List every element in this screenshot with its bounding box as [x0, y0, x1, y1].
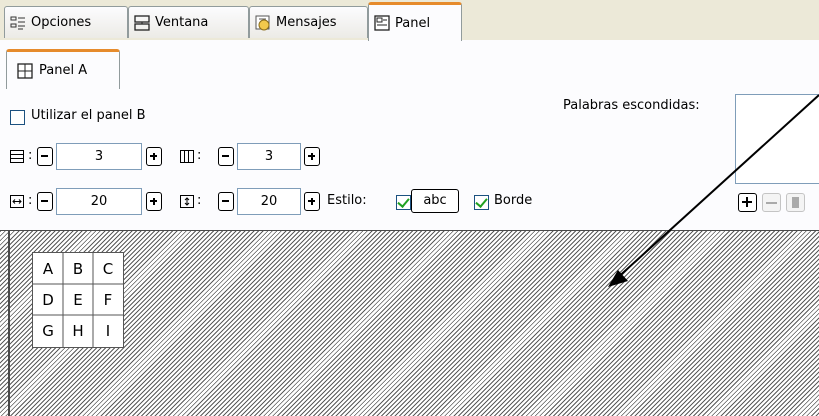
- panel-icon: [374, 15, 390, 31]
- grid-cell: B: [72, 260, 84, 278]
- hspacing-decrement-button[interactable]: [37, 192, 53, 211]
- tab-mensajes[interactable]: Mensajes: [249, 6, 368, 38]
- tab-label: Ventana: [155, 15, 209, 30]
- grid-cell: E: [73, 291, 83, 309]
- grid-icon: [17, 62, 33, 79]
- colon: :: [197, 193, 202, 208]
- preview-left-edge: [8, 230, 10, 416]
- border-checkbox[interactable]: [474, 195, 489, 210]
- colon: :: [28, 148, 33, 163]
- cols-input[interactable]: 3: [237, 143, 301, 170]
- grid-cell: A: [42, 260, 54, 278]
- tab-panel-a[interactable]: Panel A: [6, 49, 120, 89]
- hspacing-input[interactable]: 20: [56, 188, 142, 215]
- messages-icon: [255, 15, 271, 31]
- vertical-spacing-icon: [180, 195, 195, 213]
- horizontal-spacing-icon: [10, 195, 25, 213]
- tab-ventana[interactable]: Ventana: [128, 6, 249, 38]
- window-icon: [134, 14, 150, 31]
- colon: :: [28, 193, 33, 208]
- hspacing-increment-button[interactable]: [146, 192, 162, 211]
- grid-cell: F: [103, 291, 113, 309]
- grid-cell: C: [102, 260, 114, 278]
- tab-opciones[interactable]: Opciones: [4, 6, 128, 38]
- word-action-button[interactable]: [786, 193, 805, 212]
- vspacing-input[interactable]: 20: [237, 188, 301, 215]
- rows-decrement-button[interactable]: [37, 147, 53, 166]
- grid-cell: G: [42, 322, 54, 340]
- list-icon: [10, 15, 26, 31]
- subtab-label: Panel A: [39, 63, 88, 78]
- tab-panel[interactable]: Panel: [368, 2, 462, 41]
- rows-icon: [10, 150, 25, 168]
- tab-label: Panel: [395, 15, 431, 31]
- cols-increment-button[interactable]: [304, 147, 320, 166]
- rows-input[interactable]: 3: [56, 143, 142, 170]
- letter-grid: A B C D E F G H I: [32, 252, 124, 348]
- grid-cell: D: [42, 291, 54, 309]
- grid-cell: H: [72, 322, 84, 340]
- cols-decrement-button[interactable]: [218, 147, 234, 166]
- use-panel-b-checkbox[interactable]: [10, 110, 25, 125]
- remove-word-button[interactable]: [762, 193, 781, 212]
- columns-icon: [180, 150, 195, 168]
- style-label: Estilo:: [327, 193, 367, 208]
- border-label: Borde: [494, 193, 533, 208]
- add-word-button[interactable]: [738, 193, 757, 212]
- tab-label: Opciones: [31, 15, 92, 30]
- tab-label: Mensajes: [276, 15, 337, 30]
- grid-cell: I: [105, 322, 111, 340]
- colon: :: [197, 148, 202, 163]
- style-preview-button[interactable]: abc: [411, 189, 459, 213]
- subtab-bar: [0, 40, 819, 89]
- rows-increment-button[interactable]: [146, 147, 162, 166]
- vspacing-increment-button[interactable]: [304, 192, 320, 211]
- hidden-words-label: Palabras escondidas:: [563, 98, 700, 113]
- vspacing-decrement-button[interactable]: [218, 192, 234, 211]
- hidden-words-list[interactable]: [735, 94, 819, 184]
- use-panel-b-label: Utilizar el panel B: [31, 108, 146, 123]
- style-checkbox[interactable]: [396, 195, 411, 210]
